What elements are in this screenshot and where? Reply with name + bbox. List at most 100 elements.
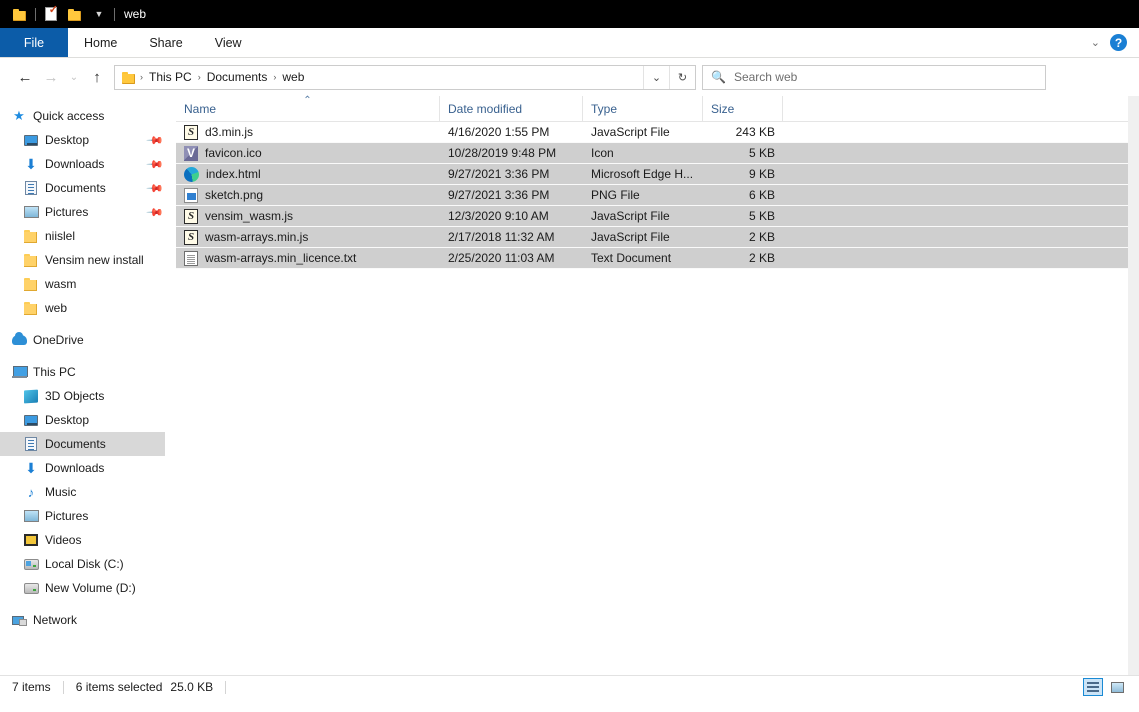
- file-name: wasm-arrays.min.js: [205, 230, 309, 244]
- file-type: Icon: [591, 146, 614, 160]
- file-size: 2 KB: [748, 230, 775, 244]
- selection-size: 25.0 KB: [170, 680, 214, 694]
- sidebar-item-label: Desktop: [45, 133, 90, 147]
- navigation-bar: ← → ⌄ ↑ › This PC › Documents › web ⌄ ↻ …: [0, 58, 1139, 96]
- search-box[interactable]: 🔍 Search web: [702, 64, 1046, 90]
- qat-properties-button[interactable]: [39, 3, 63, 25]
- back-button[interactable]: ←: [12, 64, 38, 90]
- sidebar-group-this-pc[interactable]: This PC: [0, 360, 176, 384]
- sidebar-item-local-disk-c[interactable]: Local Disk (C:): [0, 552, 176, 576]
- table-row[interactable]: d3.min.js 4/16/2020 1:55 PM JavaScript F…: [176, 122, 1139, 143]
- sidebar-label-quick-access: Quick access: [33, 109, 105, 123]
- sidebar-item-wasm[interactable]: wasm: [0, 272, 176, 296]
- tab-home[interactable]: Home: [68, 28, 133, 57]
- documents-icon: [22, 181, 40, 195]
- tab-file[interactable]: File: [0, 28, 68, 57]
- column-header-label: Size: [711, 101, 735, 116]
- recent-locations-button[interactable]: ⌄: [64, 64, 84, 90]
- sidebar-item-documents[interactable]: Documents: [0, 432, 165, 456]
- pin-icon[interactable]: 📌: [146, 203, 165, 221]
- file-date: 4/16/2020 1:55 PM: [448, 125, 550, 139]
- file-name: favicon.ico: [205, 146, 262, 160]
- address-dropdown-button[interactable]: ⌄: [643, 65, 669, 89]
- sidebar-item-label: wasm: [45, 277, 77, 291]
- tab-share[interactable]: Share: [133, 28, 198, 57]
- sidebar-item-music[interactable]: ♪ Music: [0, 480, 176, 504]
- chevron-down-icon: ▼: [94, 8, 104, 19]
- sidebar-item-desktop[interactable]: Desktop: [0, 408, 176, 432]
- table-row[interactable]: vensim_wasm.js 12/3/2020 9:10 AM JavaScr…: [176, 206, 1139, 227]
- details-view-button[interactable]: [1083, 678, 1103, 696]
- refresh-button[interactable]: ↻: [669, 65, 695, 89]
- column-header-date-modified[interactable]: Date modified: [440, 95, 583, 122]
- sidebar-item-videos[interactable]: Videos: [0, 528, 176, 552]
- address-bar[interactable]: › This PC › Documents › web ⌄ ↻: [114, 64, 696, 90]
- forward-button[interactable]: →: [38, 64, 64, 90]
- navigation-pane: ★ Quick access Desktop 📌 ⬇ Downloads 📌 D…: [0, 96, 176, 675]
- sidebar-item-pictures[interactable]: Pictures: [0, 504, 176, 528]
- pin-icon[interactable]: 📌: [146, 131, 165, 149]
- download-arrow-icon: ⬇: [25, 156, 37, 172]
- properties-icon: [45, 5, 58, 21]
- sidebar-gap-2: [0, 352, 176, 360]
- column-header-size[interactable]: Size: [703, 95, 783, 122]
- music-note-icon: ♪: [27, 484, 35, 500]
- sidebar-gap-1: [0, 320, 176, 328]
- sidebar-item-downloads-qa[interactable]: ⬇ Downloads 📌: [0, 152, 176, 176]
- javascript-file-icon: [184, 208, 198, 224]
- sidebar-item-new-volume-d[interactable]: New Volume (D:): [0, 576, 176, 600]
- sidebar-item-network[interactable]: Network: [0, 608, 176, 632]
- help-button[interactable]: ?: [1110, 34, 1127, 51]
- file-name-cell: index.html: [176, 164, 440, 185]
- selection-count: 6 items selected: [75, 680, 163, 694]
- table-row[interactable]: favicon.ico 10/28/2019 9:48 PM Icon 5 KB: [176, 143, 1139, 164]
- column-header-label: Name: [184, 101, 217, 116]
- sidebar-item-vensim-new-install[interactable]: Vensim new install: [0, 248, 176, 272]
- vertical-scrollbar[interactable]: [1128, 96, 1139, 675]
- sidebar-item-downloads[interactable]: ⬇ Downloads: [0, 456, 176, 480]
- breadcrumb-item-web[interactable]: web: [279, 70, 307, 84]
- sidebar-item-label: Network: [33, 613, 78, 627]
- sidebar-item-desktop-qa[interactable]: Desktop 📌: [0, 128, 176, 152]
- file-type: JavaScript File: [591, 230, 670, 244]
- up-button[interactable]: ↑: [84, 64, 110, 90]
- table-row[interactable]: wasm-arrays.min.js 2/17/2018 11:32 AM Ja…: [176, 227, 1139, 248]
- window-title: web: [124, 7, 147, 21]
- qat-new-folder-button[interactable]: [63, 3, 87, 25]
- breadcrumb-item-this-pc[interactable]: This PC: [146, 70, 195, 84]
- pin-icon[interactable]: 📌: [146, 179, 165, 197]
- column-header-type[interactable]: Type: [583, 95, 703, 122]
- file-name: vensim_wasm.js: [205, 209, 294, 223]
- tab-view[interactable]: View: [199, 28, 258, 57]
- details-view-icon: [1087, 682, 1099, 692]
- icon-file-icon: [184, 145, 198, 161]
- monitor-icon: [22, 134, 40, 146]
- qat-customize-button[interactable]: ▼: [87, 3, 111, 25]
- expand-ribbon-icon[interactable]: ⌄: [1091, 36, 1100, 49]
- column-header-label: Type: [591, 101, 618, 116]
- sidebar-item-3d-objects[interactable]: 3D Objects: [0, 384, 176, 408]
- table-row[interactable]: sketch.png 9/27/2021 3:36 PM PNG File 6 …: [176, 185, 1139, 206]
- column-header-name[interactable]: Name ⌃: [176, 95, 440, 122]
- pin-icon[interactable]: 📌: [146, 155, 165, 173]
- file-date: 10/28/2019 9:48 PM: [448, 146, 557, 160]
- folder-icon: [22, 230, 40, 243]
- sidebar-group-quick-access[interactable]: ★ Quick access: [0, 104, 176, 128]
- sidebar-item-label: New Volume (D:): [45, 581, 136, 595]
- large-icons-view-button[interactable]: [1107, 678, 1127, 696]
- video-icon: [22, 534, 40, 546]
- sidebar-item-pictures-qa[interactable]: Pictures 📌: [0, 200, 176, 224]
- file-name: d3.min.js: [205, 125, 254, 139]
- breadcrumb-item-documents[interactable]: Documents: [204, 70, 271, 84]
- search-input[interactable]: Search web: [734, 70, 797, 84]
- quick-access-toolbar: ▼: [8, 3, 118, 25]
- sidebar-item-web[interactable]: web: [0, 296, 176, 320]
- table-row[interactable]: wasm-arrays.min_licence.txt 2/25/2020 11…: [176, 248, 1139, 269]
- main-content: ★ Quick access Desktop 📌 ⬇ Downloads 📌 D…: [0, 95, 1139, 675]
- qat-folder-button[interactable]: [8, 3, 32, 25]
- sidebar-item-onedrive[interactable]: OneDrive: [0, 328, 176, 352]
- sidebar-item-documents-qa[interactable]: Documents 📌: [0, 176, 176, 200]
- sidebar-item-label: Local Disk (C:): [45, 557, 124, 571]
- table-row[interactable]: index.html 9/27/2021 3:36 PM Microsoft E…: [176, 164, 1139, 185]
- sidebar-item-niislel[interactable]: niislel: [0, 224, 176, 248]
